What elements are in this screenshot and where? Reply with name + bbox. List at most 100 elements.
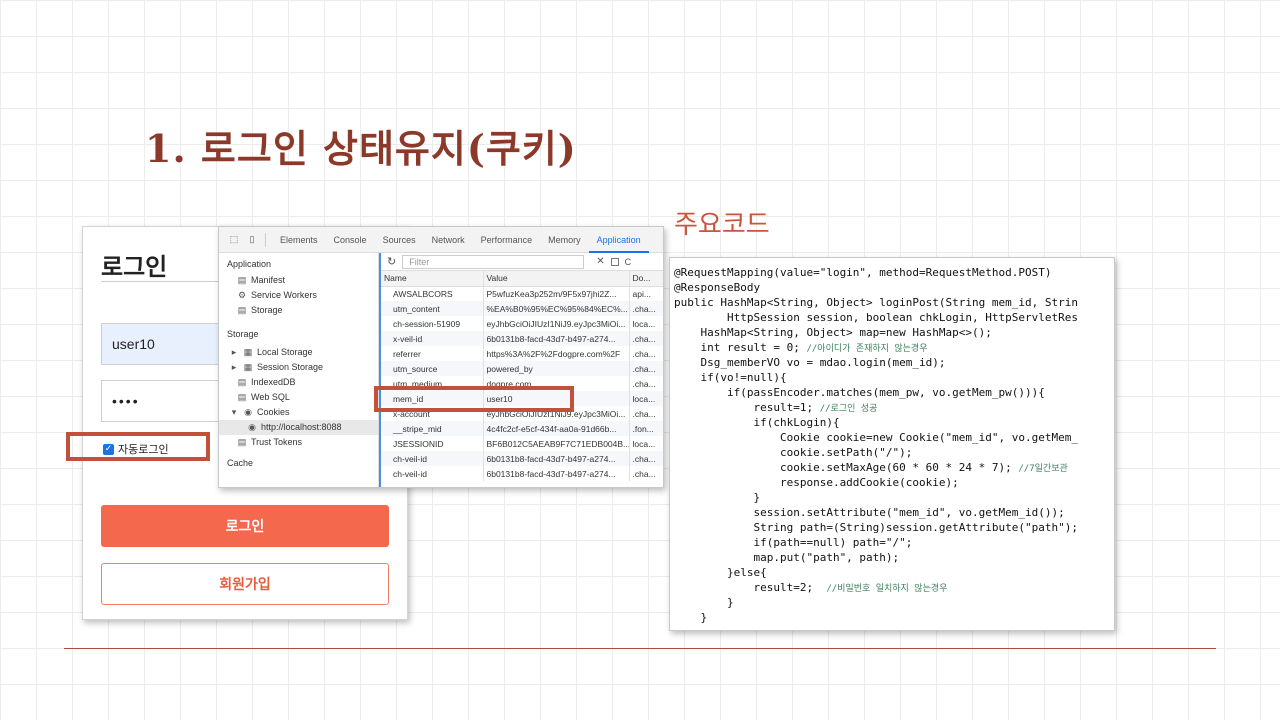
cookie-domain: .cha...	[629, 361, 663, 376]
table-row[interactable]: referrer https%3A%2F%2Fdogpre.com%2F .cha.…	[381, 346, 663, 361]
table-row[interactable]: x-veil-id 6b0131b8-facd-43d7-b497-a274...…	[381, 331, 663, 346]
chevron-right-icon: ▸	[231, 347, 237, 357]
cookie-icon: ◉	[248, 422, 256, 432]
code-text: response.addCookie(cookie);	[674, 476, 959, 489]
table-row[interactable]: AWSALBCORS P5wfuzKea3p252m/9F5x97jhi2Z...…	[381, 286, 663, 301]
chevron-down-icon: ▾	[231, 407, 237, 417]
sidebar-header-cache: Cache	[227, 458, 254, 468]
code-line-10: result=1; //로그인 성공	[674, 400, 877, 415]
device-toggle-icon[interactable]: ▯	[245, 234, 259, 245]
code-line-2: @ResponseBody	[674, 280, 760, 295]
cookie-domain: loca...	[629, 391, 663, 406]
cookie-name: x-veil-id	[381, 331, 484, 346]
tab-network[interactable]: Network	[424, 227, 473, 253]
cookie-domain: loca...	[629, 316, 663, 331]
sidebar-item-label: Service Workers	[251, 290, 317, 300]
cookies-toolbar: ↻ Filter ✕ C	[381, 253, 663, 271]
code-line-13: cookie.setPath("/");	[674, 445, 912, 460]
table-row[interactable]: ch-veil-id 6b0131b8-facd-43d7-b497-a274..…	[381, 466, 663, 481]
column-header-value[interactable]: Value	[483, 271, 630, 287]
code-text: Dsg_memberVO vo = mdao.login(mem_id);	[674, 356, 946, 369]
cookie-name: referrer	[381, 346, 484, 361]
devtools-tabbar: ⬚ ▯ Elements Console Sources Network Per…	[219, 227, 663, 253]
code-text: if(passEncoder.matches(mem_pw, vo.getMem…	[674, 386, 1045, 399]
sidebar-item-local-storage[interactable]: ▸ ▦ Local Storage	[229, 345, 313, 360]
sidebar-item-trust-tokens[interactable]: ▤ Trust Tokens	[237, 435, 302, 450]
column-header-name[interactable]: Name	[381, 271, 484, 287]
cookie-domain: .cha...	[629, 346, 663, 361]
tab-elements[interactable]: Elements	[272, 227, 326, 253]
code-line-15: response.addCookie(cookie);	[674, 475, 959, 490]
devtools-panel: ⬚ ▯ Elements Console Sources Network Per…	[218, 226, 664, 488]
cookie-icon: ◉	[244, 407, 252, 417]
database-icon: ▤	[237, 305, 247, 315]
table-row[interactable]: utm_content %EA%B0%95%EC%95%84%EC%... .cha…	[381, 301, 663, 316]
code-comment: //아이디가 존재하지 않는경우	[806, 344, 928, 354]
table-header-row: Name Value Do...	[381, 271, 663, 287]
code-comment: //로그인 성공	[819, 404, 878, 414]
filter-input[interactable]: Filter	[402, 254, 585, 269]
cookie-name: __stripe_mid	[381, 421, 484, 436]
sidebar-item-label: Cookies	[257, 407, 290, 417]
code-text: }	[674, 596, 734, 609]
code-line-16: }	[674, 490, 760, 505]
sidebar-item-cookies[interactable]: ▾ ◉ Cookies	[229, 405, 290, 420]
code-text: map.put("path", path);	[674, 551, 900, 564]
code-line-7: Dsg_memberVO vo = mdao.login(mem_id);	[674, 355, 946, 370]
code-line-3: public HashMap<String, Object> loginPost…	[674, 295, 1078, 310]
sidebar-item-label: Trust Tokens	[251, 437, 303, 447]
clear-icon[interactable]: ✕	[596, 256, 604, 267]
code-text: result=1;	[674, 401, 820, 414]
join-button[interactable]: 회원가입	[101, 563, 389, 605]
bottom-divider	[64, 648, 1216, 649]
slide-title: 1. 로그인 상태유지(쿠키)	[145, 126, 577, 171]
cookie-name: utm_source	[381, 361, 484, 376]
tab-application[interactable]: Application	[588, 227, 649, 253]
tab-sources[interactable]: Sources	[375, 227, 424, 253]
cookie-value: 6b0131b8-facd-43d7-b497-a274...	[483, 466, 630, 481]
sidebar-item-manifest[interactable]: ▤ Manifest	[237, 273, 285, 288]
cookie-domain: .cha...	[629, 301, 663, 316]
cookie-value: 6b0131b8-facd-43d7-b497-a274...	[483, 451, 630, 466]
table-row[interactable]: ch-session-51909 eyJhbGciOiJIUzI1NiJ9.eyJ…	[381, 316, 663, 331]
database-icon: ▤	[237, 392, 247, 402]
code-line-1: @RequestMapping(value="login", method=Re…	[674, 265, 1052, 280]
tab-separator	[265, 232, 266, 247]
database-icon: ▤	[237, 377, 247, 387]
code-text: HashMap<String, Object> map=new HashMap<…	[674, 326, 992, 339]
sidebar-item-storage[interactable]: ▤ Storage	[237, 303, 283, 318]
inspect-icon[interactable]: ⬚	[227, 234, 241, 245]
cookie-domain: api...	[629, 286, 663, 301]
code-text: cookie.setPath("/");	[674, 446, 913, 459]
code-line-5: HashMap<String, Object> map=new HashMap<…	[674, 325, 992, 340]
column-header-domain[interactable]: Do...	[629, 271, 663, 287]
sidebar-item-session-storage[interactable]: ▸ ▦ Session Storage	[229, 360, 323, 375]
cookie-domain: loca...	[629, 436, 663, 451]
code-line-14: cookie.setMaxAge(60 * 60 * 24 * 7); //7일…	[674, 460, 1068, 475]
sidebar-item-label: Manifest	[251, 275, 286, 285]
sidebar-item-label: Storage	[251, 305, 283, 315]
sidebar-item-indexeddb[interactable]: ▤ IndexedDB	[237, 375, 296, 390]
only-show-issues-checkbox[interactable]	[610, 257, 619, 266]
table-row[interactable]: JSESSIONID BF6B012C5AEAB9F7C71EDB004B... l…	[381, 436, 663, 451]
code-line-6: int result = 0; //아이디가 존재하지 않는경우	[674, 340, 928, 355]
table-row[interactable]: utm_source powered_by .cha...	[381, 361, 663, 376]
tab-performance[interactable]: Performance	[473, 227, 541, 253]
tab-memory[interactable]: Memory	[540, 227, 589, 253]
sidebar-item-cookie-origin[interactable]: ◉ http://localhost:8088	[219, 420, 378, 435]
cookie-domain: .cha...	[629, 466, 663, 481]
toolbar-overflow-label: C	[624, 256, 632, 267]
code-line-19: if(path==null) path="/";	[674, 535, 912, 550]
cookie-value: eyJhbGciOiJIUzI1NiJ9.eyJpc3MiOi...	[483, 316, 630, 331]
sidebar-item-service-workers[interactable]: ⚙ Service Workers	[237, 288, 317, 303]
code-text: if(chkLogin){	[674, 416, 840, 429]
tab-console[interactable]: Console	[326, 227, 375, 253]
table-row[interactable]: ch-veil-id 6b0131b8-facd-43d7-b497-a274..…	[381, 451, 663, 466]
cookie-domain: .cha...	[629, 376, 663, 391]
login-button[interactable]: 로그인	[101, 505, 389, 547]
refresh-icon[interactable]: ↻	[387, 255, 396, 268]
sidebar-item-web-sql[interactable]: ▤ Web SQL	[237, 390, 290, 405]
code-line-23: }	[674, 595, 734, 610]
table-row[interactable]: __stripe_mid 4c4fc2cf-e5cf-434f-aa0a-91d6…	[381, 421, 663, 436]
code-text: result=2;	[674, 581, 827, 594]
